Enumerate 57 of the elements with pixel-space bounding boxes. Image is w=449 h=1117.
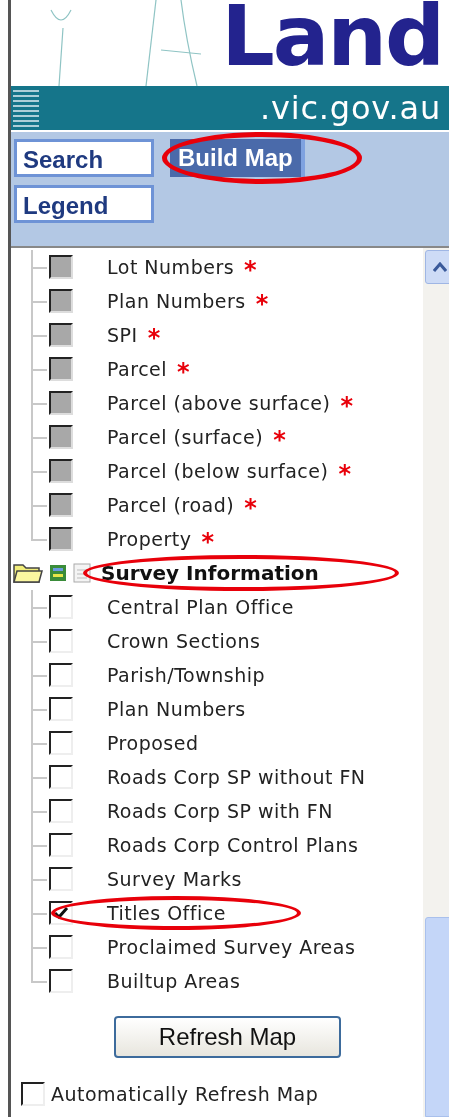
checkbox[interactable] — [49, 663, 73, 687]
layer-label: Crown Sections — [107, 628, 261, 654]
tab[interactable]: Search — [14, 139, 154, 177]
checkbox[interactable] — [49, 969, 73, 993]
tab[interactable]: Build Map — [170, 139, 305, 177]
document-icon — [73, 563, 91, 583]
required-asterisk-text: * — [244, 258, 257, 282]
domain-text: .vic.gov.au — [260, 92, 441, 124]
layer-label: Proposed — [107, 730, 199, 756]
required-asterisk-text: * — [177, 360, 190, 384]
layer-label: Parcel — [107, 356, 168, 382]
layer-label: Roads Corp Control Plans — [107, 832, 359, 858]
logo-text: Land — [221, 0, 443, 78]
scroll-thumb[interactable] — [425, 917, 449, 1117]
tab[interactable]: Legend — [14, 185, 154, 223]
layer-label: SPI — [107, 322, 138, 348]
layer-label: Parcel (above surface) — [107, 390, 331, 416]
layer-label: Proclaimed Survey Areas — [107, 934, 356, 960]
required-asterisk-text: * — [147, 326, 161, 350]
layer-label: Builtup Areas — [107, 968, 241, 994]
required-asterisk-text: * — [340, 394, 353, 418]
chevron-up-icon — [433, 262, 447, 272]
required-asterisk-text: * — [201, 530, 214, 554]
checkbox[interactable] — [49, 697, 73, 721]
folder-icon — [13, 562, 43, 584]
layer-label: Roads Corp SP without FN — [107, 764, 366, 790]
refresh-map-button[interactable]: Refresh Map — [114, 1016, 341, 1058]
checkbox[interactable] — [49, 833, 73, 857]
required-asterisk-text: * — [273, 428, 286, 452]
checkbox[interactable] — [49, 867, 73, 891]
layer-label: Lot Numbers — [107, 254, 235, 280]
layer-label: Titles Office — [107, 900, 226, 926]
required-asterisk-text: * — [244, 496, 257, 520]
layer-label: Parcel (road) — [107, 492, 235, 518]
layer-label: Property — [107, 526, 192, 552]
layer-label: Central Plan Office — [107, 594, 294, 620]
layer-label: Plan Numbers — [107, 696, 246, 722]
layer-label: Roads Corp SP with FN — [107, 798, 333, 824]
group-label[interactable]: Survey Information — [101, 558, 319, 588]
required-asterisk-text: * — [255, 292, 269, 316]
required-asterisk-text: * — [338, 462, 351, 486]
legend-icon[interactable] — [49, 564, 67, 582]
checkbox[interactable] — [49, 935, 73, 959]
checkbox[interactable] — [49, 595, 73, 619]
layer-label: Parish/Township — [107, 662, 266, 688]
checkbox[interactable] — [49, 629, 73, 653]
checkbox[interactable] — [49, 765, 73, 789]
checkbox[interactable] — [21, 1082, 45, 1107]
layer-label: Survey Marks — [107, 866, 242, 892]
scroll-up-button[interactable] — [425, 250, 449, 284]
stripes-icon — [11, 88, 41, 128]
checkbox-label: Automatically Refresh Map — [51, 1082, 319, 1107]
layer-label: Parcel (surface) — [107, 424, 264, 450]
checkbox[interactable] — [49, 731, 73, 755]
layer-label: Parcel (below surface) — [107, 458, 329, 484]
checkbox[interactable] — [49, 799, 73, 823]
layer-label: Plan Numbers — [107, 288, 246, 314]
